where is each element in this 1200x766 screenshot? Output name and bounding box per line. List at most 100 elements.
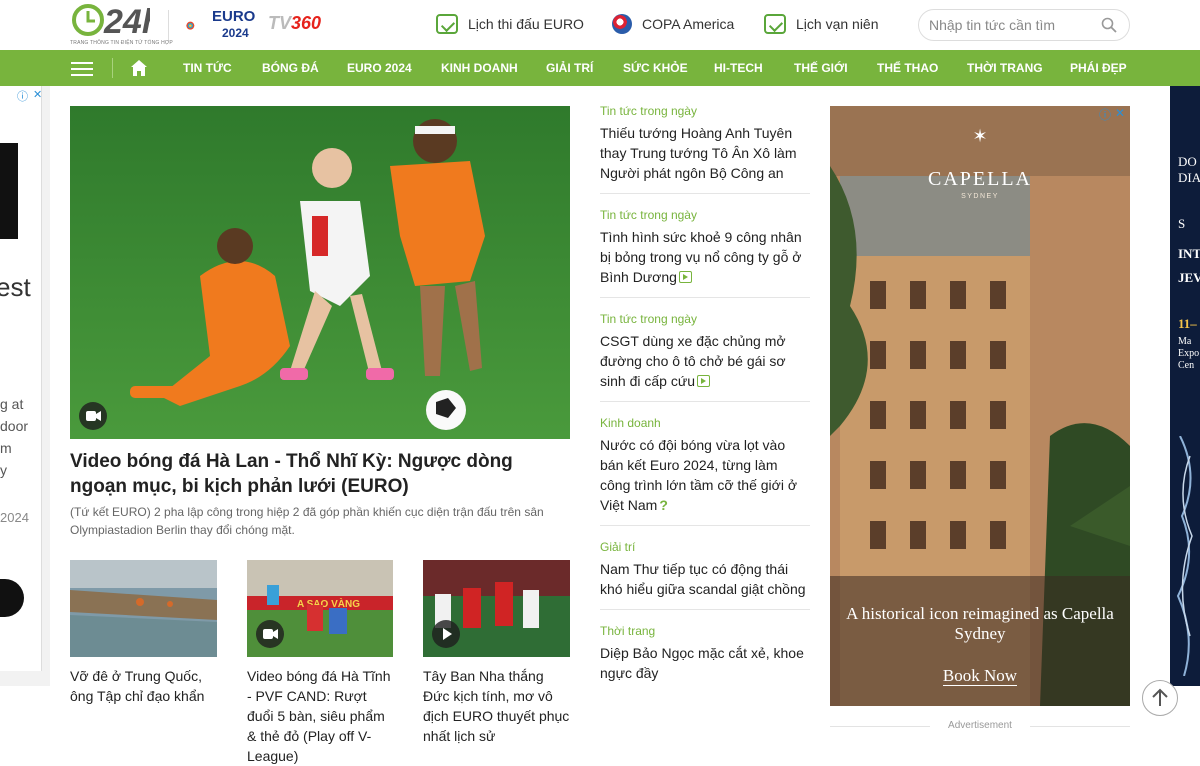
adchoices-icon[interactable]: ⓘ bbox=[17, 88, 28, 104]
thumb-image-flood[interactable] bbox=[70, 560, 217, 657]
copa-america-link[interactable]: COPA America bbox=[612, 14, 734, 34]
ad-image bbox=[0, 143, 18, 239]
search-icon[interactable] bbox=[1101, 17, 1117, 33]
nav-item-giai-tri[interactable]: GIẢI TRÍ bbox=[546, 50, 593, 86]
hero-title[interactable]: Video bóng đá Hà Lan - Thổ Nhĩ Kỳ: Ngược… bbox=[70, 449, 570, 499]
left-side-ad[interactable]: est g at door m y 2024 ⓘ ✕ bbox=[0, 86, 50, 686]
video-camera-icon bbox=[79, 402, 107, 430]
nav-divider bbox=[112, 58, 113, 78]
news-category[interactable]: Tin tức trong ngày bbox=[600, 102, 810, 120]
search-box bbox=[918, 9, 1130, 41]
logo-text: 24h bbox=[103, 3, 150, 41]
euro-2024-logo-icon[interactable] bbox=[186, 10, 212, 42]
nav-item-bong-da[interactable]: BÓNG ĐÁ bbox=[262, 50, 319, 86]
far-right-side-ad[interactable]: DO DIA S INT JEV 11– Ma Expo Cen bbox=[1170, 86, 1200, 686]
news-category[interactable]: Tin tức trong ngày bbox=[600, 206, 810, 224]
ad-text-line: door bbox=[0, 418, 29, 434]
top-header: 24h TRANG THÔNG TIN ĐIỆN TỬ TỔNG HỢP EUR… bbox=[0, 0, 1200, 50]
ad-text-line: INT bbox=[1178, 246, 1200, 261]
news-title[interactable]: Nam Thư tiếp tục có động thái khó hiểu g… bbox=[600, 559, 810, 599]
ad-close-icon[interactable]: ✕ bbox=[33, 88, 42, 101]
football-match-photo bbox=[70, 106, 570, 439]
ad-text-line: Ma bbox=[1178, 336, 1192, 347]
ad-text-line: DIA bbox=[1178, 170, 1200, 185]
ad-text-line: m bbox=[0, 440, 12, 456]
thumb-title[interactable]: Tây Ban Nha thắng Đức kịch tính, mơ vô đ… bbox=[423, 666, 573, 746]
euro-logo-year[interactable]: 2024 bbox=[222, 26, 249, 40]
news-category[interactable]: Tin tức trong ngày bbox=[600, 310, 810, 328]
menu-icon[interactable] bbox=[71, 62, 93, 76]
ad-text-line: 2024 bbox=[0, 510, 29, 525]
nav-item-tin-tuc[interactable]: TIN TỨC bbox=[183, 50, 232, 86]
list-item[interactable]: Tin tức trong ngày Tình hình sức khoẻ 9 … bbox=[600, 206, 810, 298]
calendar-icon bbox=[436, 14, 458, 34]
header-divider bbox=[168, 10, 169, 40]
news-title[interactable]: Nước có đội bóng vừa lọt vào bán kết Eur… bbox=[600, 435, 810, 515]
news-list: Tin tức trong ngày Thiếu tướng Hoàng Anh… bbox=[600, 102, 810, 705]
list-item[interactable]: Giải trí Nam Thư tiếp tục có động thái k… bbox=[600, 538, 810, 610]
nav-item-hi-tech[interactable]: HI-TECH bbox=[714, 50, 763, 86]
list-item[interactable]: Kinh doanh Nước có đội bóng vừa lọt vào … bbox=[600, 414, 810, 526]
play-video-icon bbox=[432, 620, 460, 648]
search-input[interactable] bbox=[929, 16, 1099, 34]
thumb-image-spain-germany[interactable] bbox=[423, 560, 570, 657]
tv360-logo[interactable]: TV360 bbox=[268, 13, 321, 34]
advertisement-label: Advertisement bbox=[830, 720, 1130, 731]
news-title[interactable]: Diệp Bảo Ngọc mặc cắt xẻ, khoe ngực đầy bbox=[600, 643, 810, 683]
news-title[interactable]: CSGT dùng xe đặc chủng mở đường cho ô tô… bbox=[600, 331, 810, 391]
nav-item-the-thao[interactable]: THỂ THAO bbox=[877, 50, 938, 86]
nav-item-thoi-trang[interactable]: THỜI TRANG bbox=[967, 50, 1043, 86]
euro-schedule-label: Lịch thi đấu EURO bbox=[468, 16, 584, 32]
svg-text:A SAO VÀNG: A SAO VÀNG bbox=[297, 597, 360, 610]
thumb-title[interactable]: Vỡ đê ở Trung Quốc, ông Tập chỉ đạo khẩn bbox=[70, 666, 220, 706]
list-item[interactable]: Tin tức trong ngày Thiếu tướng Hoàng Anh… bbox=[600, 102, 810, 194]
main-nav: TIN TỨC BÓNG ĐÁ EURO 2024 KINH DOANH GIẢ… bbox=[0, 50, 1200, 86]
nav-item-phai-dep[interactable]: PHÁI ĐẸP bbox=[1070, 50, 1127, 86]
calendar-icon bbox=[764, 14, 786, 34]
adchoices-icon[interactable]: ⓘ bbox=[1099, 106, 1111, 123]
lunar-calendar-link[interactable]: Lịch vạn niên bbox=[764, 14, 879, 34]
hero-image[interactable] bbox=[70, 106, 570, 439]
nav-item-the-gioi[interactable]: THẾ GIỚI bbox=[794, 50, 848, 86]
thumb-image-ha-tinh[interactable]: A SAO VÀNG bbox=[247, 560, 394, 657]
euro-schedule-link[interactable]: Lịch thi đấu EURO bbox=[436, 14, 584, 34]
ad-text-line: Cen bbox=[1178, 360, 1195, 371]
news-category[interactable]: Thời trang bbox=[600, 622, 810, 640]
capella-ad[interactable]: ⓘ ✕ ✶ CAPELLA SYDNEY A historical icon r… bbox=[830, 106, 1130, 706]
video-badge-icon bbox=[678, 271, 692, 283]
news-category[interactable]: Giải trí bbox=[600, 538, 810, 556]
ad-cta-button[interactable] bbox=[0, 579, 24, 617]
thumb-title[interactable]: Video bóng đá Hà Tĩnh - PVF CAND: Rượt đ… bbox=[247, 666, 397, 766]
ad-text-line: S bbox=[1178, 216, 1186, 231]
news-title[interactable]: Tình hình sức khoẻ 9 công nhân bị bỏng t… bbox=[600, 227, 810, 287]
back-to-top-button[interactable] bbox=[1142, 680, 1178, 716]
euro-logo-text[interactable]: EURO bbox=[212, 9, 255, 24]
capella-brand: CAPELLA bbox=[928, 168, 1032, 190]
capella-tagline: A historical icon reimagined as Capella … bbox=[846, 604, 1114, 643]
news-title[interactable]: Thiếu tướng Hoàng Anh Tuyên thay Trung t… bbox=[600, 123, 810, 183]
list-item[interactable]: Thời trang Diệp Bảo Ngọc mặc cắt xẻ, kho… bbox=[600, 622, 810, 693]
ad-text-line: 11– bbox=[1178, 316, 1197, 331]
home-icon[interactable] bbox=[130, 59, 148, 77]
news-category[interactable]: Kinh doanh bbox=[600, 414, 810, 432]
capella-star-icon: ✶ bbox=[972, 126, 988, 146]
logo-tagline: TRANG THÔNG TIN ĐIỆN TỬ TỔNG HỢP bbox=[70, 40, 173, 46]
capella-city: SYDNEY bbox=[961, 193, 999, 200]
ad-text-line: y bbox=[0, 462, 7, 478]
nav-item-suc-khoe[interactable]: SỨC KHỎE bbox=[623, 50, 688, 86]
copa-america-label: COPA America bbox=[642, 16, 735, 32]
flood-photo bbox=[70, 560, 217, 657]
arrow-up-icon bbox=[1152, 688, 1168, 706]
nav-item-kinh-doanh[interactable]: KINH DOANH bbox=[441, 50, 518, 86]
video-camera-icon bbox=[256, 620, 284, 648]
ad-decoration bbox=[1176, 436, 1193, 676]
ad-text-line: JEV bbox=[1178, 270, 1200, 285]
ad-text-line: g at bbox=[0, 396, 24, 412]
hero-summary: (Tứ kết EURO) 2 pha lập công trong hiệp … bbox=[70, 505, 544, 537]
question-badge-icon: ? bbox=[659, 497, 668, 513]
copa-logo-icon bbox=[612, 14, 632, 34]
list-item[interactable]: Tin tức trong ngày CSGT dùng xe đặc chủn… bbox=[600, 310, 810, 402]
nav-item-euro-2024[interactable]: EURO 2024 bbox=[347, 50, 412, 86]
ad-close-icon[interactable]: ✕ bbox=[1115, 106, 1125, 120]
book-now-button[interactable]: Book Now bbox=[830, 666, 1130, 686]
